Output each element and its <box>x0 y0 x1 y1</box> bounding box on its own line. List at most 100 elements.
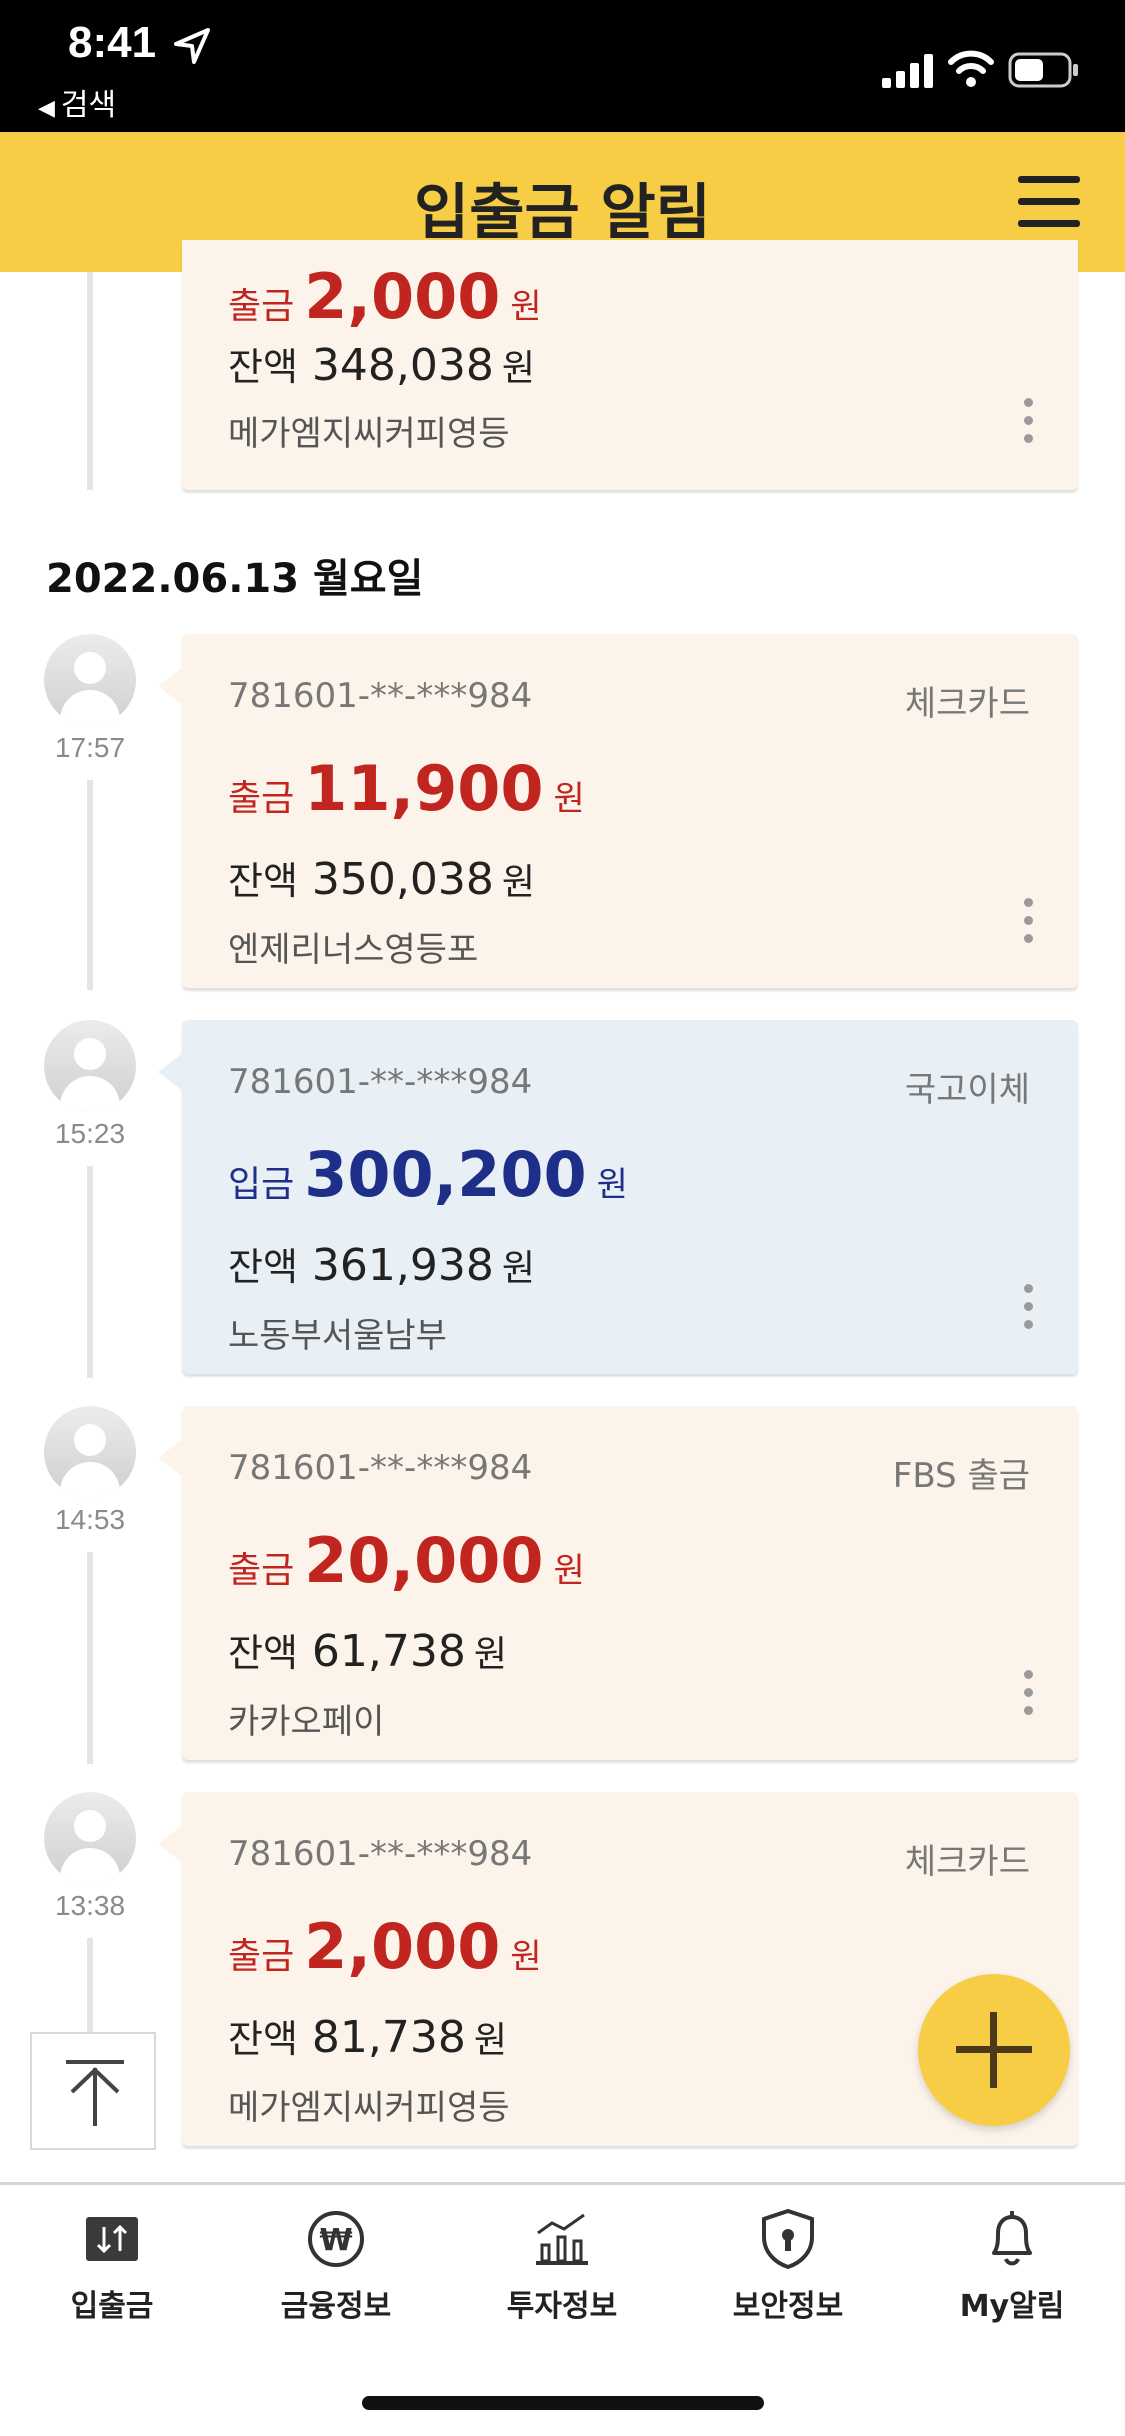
location-arrow-icon <box>174 28 210 64</box>
balance-value: 350,038 <box>311 854 494 905</box>
back-triangle-icon: ◀ <box>38 96 55 121</box>
balance-label: 잔액 <box>228 345 298 389</box>
amount-row: 출금 2,000 원 <box>228 260 542 333</box>
back-to-search-link[interactable]: ◀ 검색 <box>38 80 116 124</box>
transaction-card[interactable]: 781601-**-***984 국고이체 입금 300,200 원 잔액 361,9… <box>158 1020 1078 1374</box>
balance-row: 잔액 81,738 원 <box>228 2008 507 2063</box>
balance-row: 잔액 348,038 원 <box>228 336 535 391</box>
date-header: 2022.06.13 월요일 <box>46 556 424 602</box>
transaction-card-partial[interactable]: 출금 2,000 원 잔액 348,038 원 메가엠지씨커피영등 <box>182 240 1078 490</box>
amount-unit: 원 <box>553 1551 585 1591</box>
chart-icon <box>536 2213 588 2265</box>
more-options-icon[interactable] <box>1024 898 1034 946</box>
hamburger-menu-icon[interactable] <box>1018 176 1080 228</box>
amount-unit: 원 <box>596 1165 628 1205</box>
balance-unit: 원 <box>501 348 535 389</box>
transaction-type: 국고이체 <box>904 1070 1030 1110</box>
timeline-line <box>87 272 93 490</box>
transaction-type: FBS 출금 <box>892 1456 1030 1496</box>
transaction-card[interactable]: 781601-**-***984 FBS 출금 출금 20,000 원 잔액 61,7… <box>158 1406 1078 1760</box>
arrow-up-to-top-icon <box>66 2060 124 2126</box>
scroll-to-top-button[interactable] <box>30 2032 156 2150</box>
avatar-icon <box>44 1020 136 1112</box>
balance-label: 잔액 <box>228 859 298 903</box>
timeline-line <box>87 1166 93 1378</box>
nav-item-financial-info[interactable]: ₩ 금융정보 <box>236 2207 436 2325</box>
amount-unit: 원 <box>553 779 585 819</box>
nav-label: 보안정보 <box>732 2289 844 2324</box>
transaction-amount: 2,000 <box>304 260 501 333</box>
balance-unit: 원 <box>473 2020 508 2061</box>
balance-label: 잔액 <box>228 1631 298 1675</box>
nav-label: 투자정보 <box>506 2289 618 2324</box>
account-number: 781601-**-***984 <box>228 1062 533 1102</box>
add-button[interactable] <box>918 1974 1070 2126</box>
transaction-card[interactable]: 781601-**-***984 체크카드 출금 11,900 원 잔액 350,03… <box>158 634 1078 988</box>
wifi-icon <box>948 50 994 87</box>
nav-item-security-info[interactable]: 보안정보 <box>688 2207 888 2325</box>
balance-row: 잔액 350,038 원 <box>228 850 535 905</box>
transaction-amount: 20,000 <box>304 1524 544 1597</box>
transaction-kind: 출금 <box>228 778 295 819</box>
transaction-time: 13:38 <box>54 1890 126 1921</box>
shield-lock-icon <box>762 2208 814 2270</box>
deposit-withdraw-icon <box>86 2217 138 2261</box>
amount-row: 출금 11,900 원 <box>228 752 585 825</box>
transaction-amount: 300,200 <box>304 1138 587 1211</box>
balance-value: 61,738 <box>311 1626 466 1677</box>
merchant-name: 메가엠지씨커피영등 <box>228 2088 510 2128</box>
transaction-kind: 출금 <box>228 286 295 327</box>
transaction-type: 체크카드 <box>904 1842 1030 1882</box>
nav-item-investment-info[interactable]: 투자정보 <box>462 2207 662 2325</box>
status-time: 8:41 <box>68 18 157 67</box>
transaction-type: 체크카드 <box>904 684 1030 724</box>
won-coin-icon: ₩ <box>308 2211 364 2267</box>
transaction-time: 15:23 <box>54 1118 126 1149</box>
balance-unit: 원 <box>501 862 535 903</box>
account-number: 781601-**-***984 <box>228 676 533 716</box>
transaction-time: 17:57 <box>54 732 126 763</box>
timeline-line <box>87 1938 93 2038</box>
amount-unit: 원 <box>510 1937 542 1977</box>
merchant-name: 카카오페이 <box>228 1702 385 1742</box>
more-options-icon[interactable] <box>1024 1284 1034 1332</box>
balance-value: 81,738 <box>311 2012 466 2063</box>
cellular-signal-icon <box>882 54 933 88</box>
transaction-kind: 입금 <box>228 1164 295 1205</box>
more-options-icon[interactable] <box>1024 398 1034 446</box>
balance-unit: 원 <box>473 1634 508 1675</box>
back-label: 검색 <box>60 88 117 123</box>
bell-icon <box>992 2211 1032 2266</box>
nav-label: 금융정보 <box>280 2289 392 2324</box>
account-number: 781601-**-***984 <box>228 1448 533 1488</box>
merchant-name: 노동부서울남부 <box>228 1316 447 1356</box>
avatar-icon <box>44 1406 136 1498</box>
merchant-name: 메가엠지씨커피영등 <box>228 414 510 454</box>
status-bar: 8:41 ◀ 검색 <box>0 0 1125 132</box>
nav-label: 입출금 <box>70 2289 154 2324</box>
more-options-icon[interactable] <box>1024 1670 1034 1718</box>
balance-label: 잔액 <box>228 2017 298 2061</box>
balance-row: 잔액 361,938 원 <box>228 1236 535 1291</box>
nav-label: My알림 <box>959 2289 1065 2324</box>
balance-value: 361,938 <box>311 1240 494 1291</box>
balance-label: 잔액 <box>228 1245 298 1289</box>
transaction-time: 14:53 <box>54 1504 126 1535</box>
balance-value: 348,038 <box>311 340 494 391</box>
timeline-line <box>87 1552 93 1764</box>
home-indicator <box>362 2396 764 2410</box>
avatar-icon <box>44 1792 136 1884</box>
transaction-amount: 2,000 <box>304 1910 501 1983</box>
amount-row: 출금 2,000 원 <box>228 1910 542 1983</box>
battery-icon <box>1008 52 1078 88</box>
nav-item-deposit-withdraw[interactable]: 입출금 <box>12 2207 212 2325</box>
balance-row: 잔액 61,738 원 <box>228 1622 507 1677</box>
amount-unit: 원 <box>510 287 542 327</box>
svg-text:₩: ₩ <box>319 2223 352 2258</box>
balance-unit: 원 <box>501 1248 535 1289</box>
nav-item-my-alerts[interactable]: My알림 <box>912 2207 1112 2325</box>
transaction-amount: 11,900 <box>304 752 544 825</box>
transaction-kind: 출금 <box>228 1936 295 1977</box>
merchant-name: 엔제리너스영등포 <box>228 930 479 970</box>
avatar-icon <box>44 634 136 726</box>
